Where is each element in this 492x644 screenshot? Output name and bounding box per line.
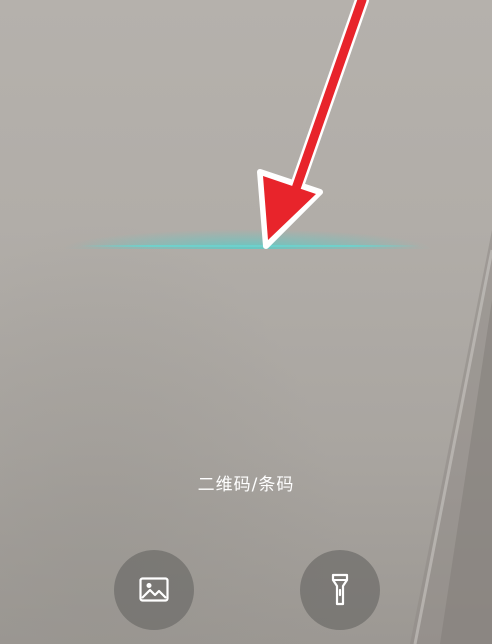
flashlight-icon xyxy=(331,573,349,606)
scan-line xyxy=(80,245,420,247)
gallery-button[interactable] xyxy=(114,550,194,630)
scan-mode-label: 二维码/条码 xyxy=(197,475,295,495)
image-icon xyxy=(139,577,169,602)
camera-viewfinder: 二维码/条码 xyxy=(0,0,492,644)
flashlight-button[interactable] xyxy=(300,550,380,630)
camera-background xyxy=(410,230,492,644)
